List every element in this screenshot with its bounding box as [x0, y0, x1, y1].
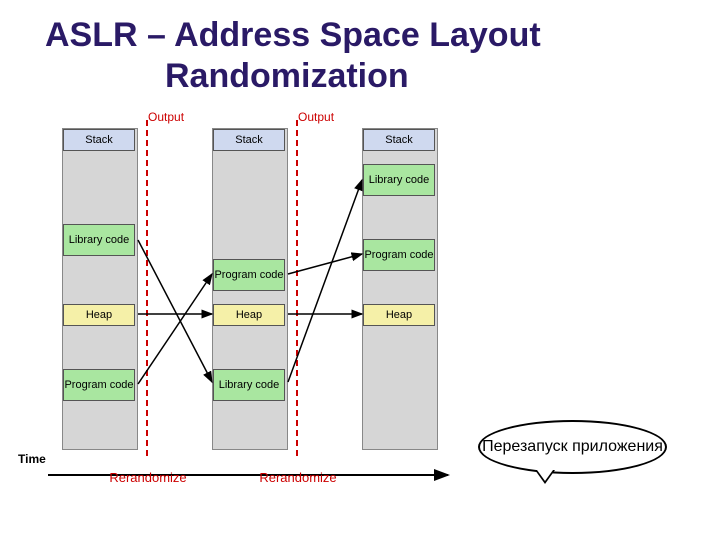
segment-heap: Heap — [63, 304, 135, 326]
segment-program: Program code — [213, 259, 285, 291]
aslr-diagram: Output Output Stack Library code Heap Pr… — [18, 110, 458, 510]
segment-heap: Heap — [363, 304, 435, 326]
slide-title: ASLR – Address Space Layout Randomizatio… — [45, 15, 685, 97]
segment-stack: Stack — [213, 129, 285, 151]
segment-stack: Stack — [63, 129, 135, 151]
rerandomize-label-1: Rerandomize — [103, 470, 193, 485]
segment-heap: Heap — [213, 304, 285, 326]
callout-restart-app: Перезапуск приложения — [478, 420, 667, 474]
callout-text: Перезапуск приложения — [482, 438, 663, 456]
slide: ASLR – Address Space Layout Randomizatio… — [0, 0, 720, 540]
memory-layout-2: Stack Program code Heap Library code — [212, 128, 288, 450]
memory-layout-1: Stack Library code Heap Program code — [62, 128, 138, 450]
time-axis-label: Time — [18, 452, 46, 466]
segment-program: Program code — [63, 369, 135, 401]
segment-library: Library code — [363, 164, 435, 196]
callout-tail-icon — [535, 470, 555, 484]
memory-layout-3: Stack Library code Program code Heap — [362, 128, 438, 450]
rerandomize-divider-1 — [146, 120, 148, 456]
segment-program: Program code — [363, 239, 435, 271]
title-line-2: Randomization — [45, 56, 685, 97]
segment-stack: Stack — [363, 129, 435, 151]
output-label-1: Output — [148, 110, 184, 124]
rerandomize-divider-2 — [296, 120, 298, 456]
segment-library: Library code — [63, 224, 135, 256]
output-label-2: Output — [298, 110, 334, 124]
segment-library: Library code — [213, 369, 285, 401]
rerandomize-label-2: Rerandomize — [253, 470, 343, 485]
title-line-1: ASLR – Address Space Layout — [45, 16, 541, 54]
